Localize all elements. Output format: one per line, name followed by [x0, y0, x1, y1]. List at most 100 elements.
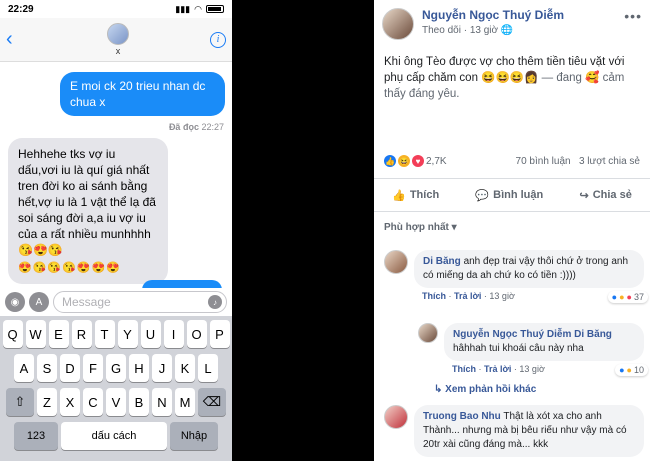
key-o[interactable]: O [186, 320, 207, 348]
comment-bubble: Truong Bao Nhu Thật là xót xa cho anh Th… [414, 405, 644, 457]
comment-button[interactable]: 💬 Bình luận [475, 189, 543, 202]
post-header: Nguyễn Ngọc Thuý Diễm Theo dõi · 13 giờ … [374, 0, 650, 40]
key-y[interactable]: Y [117, 320, 138, 348]
camera-icon[interactable]: ◉ [5, 292, 25, 312]
incoming-emoji-1: 😘😍😘 [18, 243, 63, 257]
read-receipt: Đã đọc 22:27 [169, 122, 224, 132]
shift-key[interactable]: ⇧ [6, 388, 34, 416]
key-p[interactable]: P [209, 320, 230, 348]
mode-key[interactable]: 123 [14, 422, 58, 450]
comment-time[interactable]: 13 giờ [489, 291, 514, 301]
keyboard-row-2: ASDFGHJKL [2, 354, 230, 382]
globe-icon: 🌐 [500, 25, 514, 36]
screenshot-collage: 22:29 ▮▮▮ ◠ ‹ x i E moi ck 20 trieu nhan… [0, 0, 650, 461]
key-s[interactable]: S [37, 354, 57, 382]
author-avatar[interactable] [382, 8, 414, 40]
key-w[interactable]: W [25, 320, 46, 348]
comment-reply-link[interactable]: Trả lời [454, 291, 481, 301]
imessage-screen: 22:29 ▮▮▮ ◠ ‹ x i E moi ck 20 trieu nhan… [0, 0, 232, 461]
reply-text: hâhhah tui khoái câu này nha [453, 343, 584, 354]
keyboard-row-3: ⇧ ZXCVBNM ⌫ [2, 388, 230, 416]
wifi-icon: ◠ [194, 3, 202, 14]
info-icon[interactable]: i [210, 31, 226, 48]
key-h[interactable]: H [129, 354, 149, 382]
key-q[interactable]: Q [2, 320, 23, 348]
key-t[interactable]: T [94, 320, 115, 348]
post-time[interactable]: 13 giờ [470, 25, 498, 36]
reply-like-link[interactable]: Thích [452, 364, 476, 374]
key-e[interactable]: E [48, 320, 69, 348]
key-f[interactable]: F [83, 354, 103, 382]
reply-reply-link[interactable]: Trả lời [484, 364, 511, 374]
author-info: Nguyễn Ngọc Thuý Diễm Theo dõi · 13 giờ … [422, 8, 624, 36]
key-j[interactable]: J [152, 354, 172, 382]
reaction-count-group[interactable]: 👍 😆 ♥ 2,7K [384, 155, 447, 167]
more-options-icon[interactable]: ••• [624, 8, 642, 24]
comment-sort-dropdown[interactable]: Phù hợp nhất ▾ [384, 222, 457, 233]
key-i[interactable]: I [163, 320, 184, 348]
key-c[interactable]: C [83, 388, 103, 416]
replier-avatar[interactable] [418, 323, 438, 343]
mic-icon[interactable]: ♪ [208, 295, 222, 309]
share-button[interactable]: ↪ Chia sẻ [579, 189, 631, 202]
more-replies-link[interactable]: ↳ Xem phản hồi khác [434, 384, 536, 395]
reply-mention[interactable]: Di Băng [574, 329, 612, 340]
reply-reactions[interactable]: ● ● 10 [615, 364, 648, 376]
reply-time[interactable]: 13 giờ [519, 364, 544, 374]
commenter-name[interactable]: Di Băng [423, 256, 461, 267]
incoming-message: Hehhehe tks vợ iu dấu,vơi iu là quí giá … [8, 138, 168, 284]
key-v[interactable]: V [106, 388, 126, 416]
author-name[interactable]: Nguyễn Ngọc Thuý Diễm [422, 8, 624, 22]
comment-bubble: Di Băng anh đẹp trai vậy thôi chứ ở tron… [414, 250, 644, 288]
comment-body: Di Băng anh đẹp trai vậy thôi chứ ở tron… [414, 250, 648, 303]
comment-reply: Nguyễn Ngọc Thuý Diễm Di Băng hâhhah tui… [418, 323, 648, 376]
shares-count[interactable]: 3 lượt chia sẻ [579, 156, 640, 167]
message-input-bar: ◉ A Message ♪ [0, 288, 232, 316]
delete-key[interactable]: ⌫ [198, 388, 226, 416]
love-reaction-icon: ● [626, 292, 632, 302]
key-a[interactable]: A [14, 354, 34, 382]
reply-body: Nguyễn Ngọc Thuý Diễm Di Băng hâhhah tui… [444, 323, 648, 376]
key-l[interactable]: L [198, 354, 218, 382]
key-r[interactable]: R [71, 320, 92, 348]
key-g[interactable]: G [106, 354, 126, 382]
message-input[interactable]: Message ♪ [53, 291, 227, 313]
commenter-avatar[interactable] [384, 250, 408, 274]
key-b[interactable]: B [129, 388, 149, 416]
comment-like-link[interactable]: Thích [422, 291, 446, 301]
key-x[interactable]: X [60, 388, 80, 416]
like-button[interactable]: 👍 Thích [392, 189, 439, 202]
commenter-name[interactable]: Truong Bao Nhu [423, 411, 501, 422]
like-label: Thích [409, 189, 440, 201]
comments-count[interactable]: 70 bình luận [516, 156, 571, 167]
key-k[interactable]: K [175, 354, 195, 382]
return-key[interactable]: Nhập [170, 422, 218, 450]
keyboard-row-1: QWERTYUIOP [2, 320, 230, 348]
key-m[interactable]: M [175, 388, 195, 416]
follow-link[interactable]: Theo dõi [422, 25, 461, 36]
back-icon[interactable]: ‹ [6, 28, 26, 51]
contact-avatar [107, 23, 129, 45]
key-n[interactable]: N [152, 388, 172, 416]
comment-reactions[interactable]: ● ● ● 37 [607, 291, 648, 303]
contact-info[interactable]: x [107, 23, 129, 56]
thumbs-up-icon: 👍 [392, 189, 406, 202]
key-z[interactable]: Z [37, 388, 57, 416]
key-u[interactable]: U [140, 320, 161, 348]
comment: Truong Bao Nhu Thật là xót xa cho anh Th… [384, 405, 644, 457]
haha-reaction-icon: ● [626, 365, 632, 375]
comment-reaction-count: 37 [633, 292, 644, 302]
replier-name[interactable]: Nguyễn Ngọc Thuý Diễm [453, 329, 571, 340]
keyboard-row-4: 123 dấu cách Nhập [2, 422, 230, 450]
read-time: 22:27 [201, 122, 224, 132]
appstore-icon[interactable]: A [29, 292, 49, 312]
share-icon: ↪ [579, 189, 589, 202]
key-d[interactable]: D [60, 354, 80, 382]
like-reaction-icon: ● [611, 292, 618, 302]
comment: Di Băng anh đẹp trai vậy thôi chứ ở tron… [384, 250, 648, 303]
post-meta: Theo dõi · 13 giờ 🌐 [422, 25, 514, 36]
commenter-avatar[interactable] [384, 405, 408, 429]
signal-icon: ▮▮▮ [175, 3, 191, 14]
message-placeholder: Message [62, 295, 111, 309]
space-key[interactable]: dấu cách [61, 422, 167, 450]
